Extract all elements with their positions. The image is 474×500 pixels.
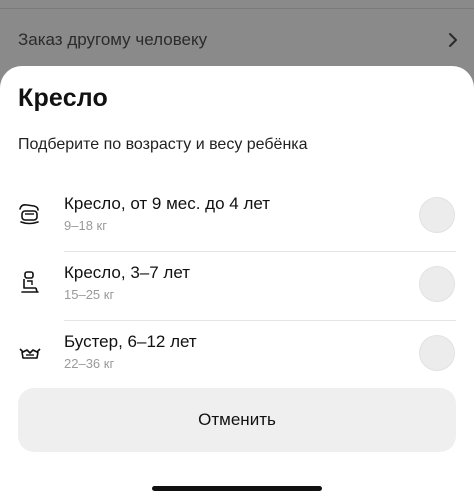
child-car-seat-icon <box>21 271 39 293</box>
option-booster-seat[interactable]: Бустер, 6–12 лет 22–36 кг <box>0 321 474 389</box>
infant-car-seat-icon <box>19 204 39 225</box>
option-child-seat[interactable]: Кресло, 3–7 лет 15–25 кг <box>0 252 474 320</box>
order-for-another-person-label: Заказ другому человеку <box>18 30 208 49</box>
background-divider <box>0 8 474 9</box>
option-weight: 22–36 кг <box>64 356 115 371</box>
option-weight: 15–25 кг <box>64 287 115 302</box>
radio-button[interactable] <box>419 266 455 302</box>
chevron-right-icon <box>449 33 457 47</box>
cancel-button[interactable]: Отменить <box>18 388 456 452</box>
option-weight: 9–18 кг <box>64 218 107 233</box>
option-label: Бустер, 6–12 лет <box>64 332 197 351</box>
home-indicator <box>152 486 322 491</box>
sheet-subtitle: Подберите по возрасту и весу ребёнка <box>18 136 308 153</box>
radio-button[interactable] <box>419 197 455 233</box>
option-label: Кресло, 3–7 лет <box>64 263 191 282</box>
sheet-title: Кресло <box>18 84 109 112</box>
radio-button[interactable] <box>419 335 455 371</box>
booster-seat-icon <box>19 348 41 359</box>
order-for-another-person-row[interactable]: Заказ другому человеку <box>0 10 474 72</box>
option-label: Кресло, от 9 мес. до 4 лет <box>64 194 271 213</box>
option-infant-seat[interactable]: Кресло, от 9 мес. до 4 лет 9–18 кг <box>0 183 474 251</box>
child-seat-bottom-sheet: Кресло Подберите по возрасту и весу ребё… <box>0 66 474 500</box>
